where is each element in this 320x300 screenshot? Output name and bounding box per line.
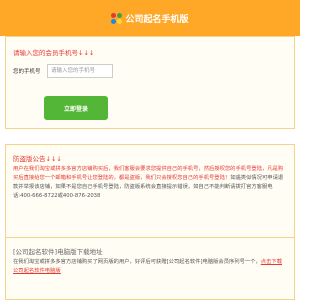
download-panel: [公司起名软件]电脑版下载地址 在我们淘宝或拼多多官方店铺购买了网页版的用户，好… (5, 237, 295, 300)
colorful-flower-logo-icon (111, 12, 123, 24)
app-header: 公司起名手机版 (0, 0, 300, 36)
phone-label: 您的手机号 (13, 69, 41, 75)
notice-body: 用户在我们淘宝或拼多多官方店铺购买后，我们客服会要求您提供自己的手机号，然后授权… (13, 165, 287, 201)
download-title: [公司起名软件]电脑版下载地址 (13, 248, 103, 256)
anti-piracy-notice-panel: 防盗版公告↓↓↓ 用户在我们淘宝或拼多多官方店铺购买后，我们客服会要求您提供自己… (5, 144, 295, 248)
download-body: 在我们淘宝或拼多多官方店铺购买了网页版的用户，好评后可获赠[公司起名软件]电脑版… (13, 258, 287, 276)
login-button[interactable]: 立即登录 (44, 96, 108, 120)
login-panel: 请输入您的会员手机号↓↓↓ 您的手机号 立即登录 (5, 36, 295, 129)
login-title: 请输入您的会员手机号↓↓↓ (13, 49, 95, 57)
notice-title: 防盗版公告↓↓↓ (13, 155, 62, 163)
download-text: 在我们淘宝或拼多多官方店铺购买了网页版的用户，好评后可获赠[公司起名软件]电脑版… (13, 259, 261, 265)
page-title: 公司起名手机版 (125, 14, 189, 25)
phone-input[interactable] (47, 64, 113, 78)
